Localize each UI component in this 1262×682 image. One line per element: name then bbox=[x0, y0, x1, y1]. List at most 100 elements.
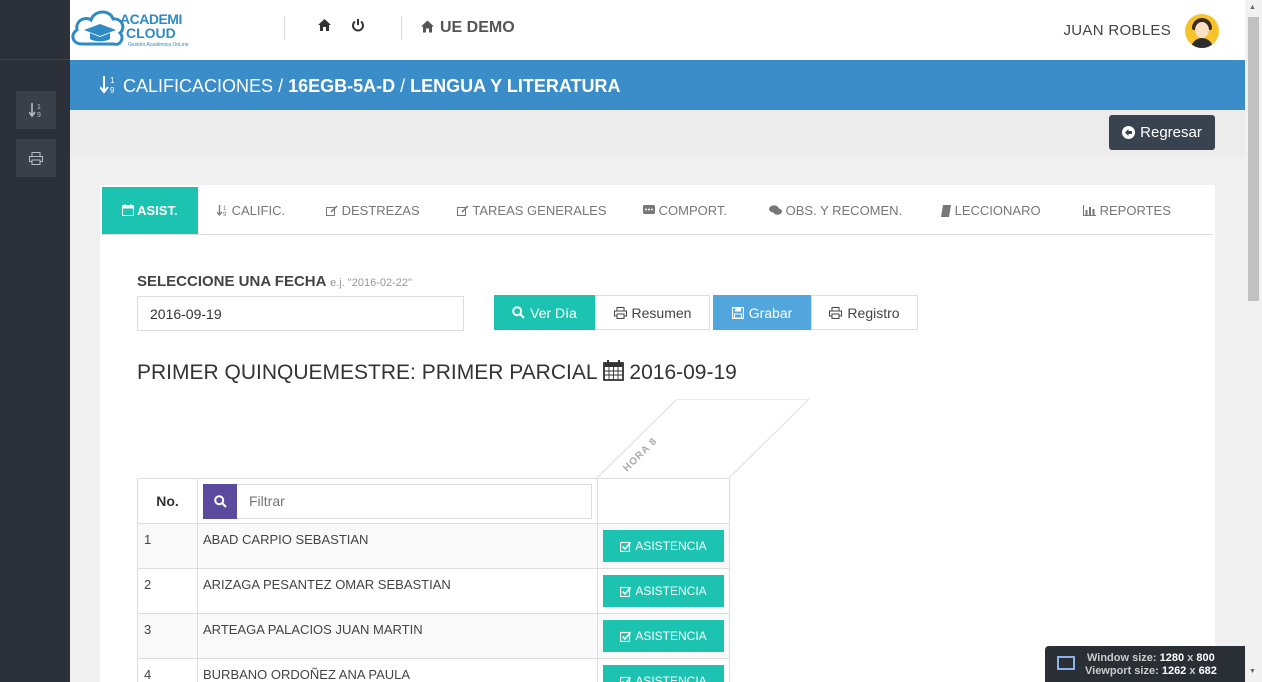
edit-icon bbox=[326, 205, 338, 216]
filter-search-button[interactable] bbox=[203, 483, 237, 519]
row-number: 1 bbox=[137, 523, 198, 569]
tab-comportamiento[interactable]: COMPORT. bbox=[643, 187, 727, 234]
floppy-save-icon bbox=[731, 306, 744, 319]
filter-group bbox=[203, 483, 592, 519]
attendance-status-label: ASISTENCIA bbox=[635, 629, 707, 643]
grabar-button[interactable]: Grabar bbox=[713, 295, 811, 330]
table-row: 1 ABAD CARPIO SEBASTIAN ASISTENCIA bbox=[137, 523, 730, 569]
svg-text:9: 9 bbox=[37, 112, 41, 118]
resumen-button[interactable]: Resumen bbox=[595, 295, 710, 330]
tab-label: OBS. Y RECOMEN. bbox=[785, 203, 903, 218]
attendance-status-button[interactable]: ASISTENCIA bbox=[603, 575, 724, 607]
status-cell: ASISTENCIA bbox=[597, 658, 730, 682]
filter-cell bbox=[197, 478, 598, 524]
student-name: BURBANO ORDOÑEZ ANA PAULA bbox=[197, 658, 598, 682]
registro-label: Registro bbox=[847, 304, 900, 321]
attendance-status-label: ASISTENCIA bbox=[635, 539, 707, 553]
tab-label: CALIFIC. bbox=[231, 203, 286, 218]
academicloud-logo[interactable]: ACADEMI CLOUD Gestión Académica OnLine bbox=[70, 6, 190, 52]
breadcrumb-subject: LENGUA Y LITERATURA bbox=[410, 76, 621, 96]
sidebar-grades-button[interactable]: 19 bbox=[16, 91, 56, 129]
page-scrollbar[interactable]: ▲ ▼ bbox=[1245, 0, 1262, 682]
left-sidebar: 19 bbox=[0, 0, 70, 682]
tab-observaciones[interactable]: OBS. Y RECOMEN. bbox=[769, 187, 902, 234]
period-title-text: PRIMER QUINQUEMESTRE: PRIMER PARCIAL bbox=[137, 361, 597, 384]
back-button-label: Regresar bbox=[1140, 124, 1202, 141]
home-icon[interactable] bbox=[317, 18, 332, 36]
row-number: 2 bbox=[137, 568, 198, 614]
check-square-icon bbox=[620, 586, 632, 597]
status-cell: ASISTENCIA bbox=[597, 613, 730, 659]
scroll-up-arrow-icon[interactable]: ▲ bbox=[1249, 4, 1256, 11]
viewport-size-separator: x bbox=[1189, 665, 1196, 677]
viewport-size-line: Viewport size: 1262 x 682 bbox=[1085, 665, 1217, 677]
ver-dia-button[interactable]: Ver Día bbox=[494, 295, 595, 330]
breadcrumb-separator: / bbox=[400, 76, 406, 96]
organization-name[interactable]: UE DEMO bbox=[440, 19, 515, 37]
tab-label: ASIST. bbox=[137, 203, 178, 218]
avatar[interactable] bbox=[1185, 14, 1219, 48]
student-name: ARIZAGA PESANTEZ OMAR SEBASTIAN bbox=[197, 568, 598, 614]
window-size-overlay: Window size: 1280 x 800 Viewport size: 1… bbox=[1045, 646, 1245, 682]
tab-destrezas[interactable]: DESTREZAS bbox=[326, 187, 420, 234]
window-size-separator: x bbox=[1187, 652, 1194, 664]
user-name[interactable]: JUAN ROBLES bbox=[1064, 22, 1172, 39]
power-icon[interactable] bbox=[351, 18, 365, 36]
check-square-icon bbox=[620, 676, 632, 682]
hour-column-header: HORA 8 bbox=[597, 399, 810, 479]
window-size-line: Window size: 1280 x 800 bbox=[1087, 652, 1215, 664]
sidebar-print-button[interactable] bbox=[16, 139, 56, 177]
sort-numeric-icon: 19 bbox=[216, 205, 227, 218]
tab-asistencia[interactable]: ASIST. bbox=[102, 187, 198, 234]
logo-text-cloud: CLOUD bbox=[126, 25, 176, 41]
top-navbar: ACADEMI CLOUD Gestión Académica OnLine U… bbox=[70, 0, 1245, 60]
date-input[interactable] bbox=[137, 296, 464, 331]
viewport-size-label: Viewport size: bbox=[1085, 665, 1159, 677]
tab-leccionario[interactable]: LECCIONARO bbox=[941, 187, 1041, 234]
window-height: 800 bbox=[1196, 652, 1215, 664]
date-hint: e.j. "2016-02-22" bbox=[330, 277, 412, 289]
status-cell: ASISTENCIA bbox=[597, 568, 730, 614]
back-button[interactable]: Regresar bbox=[1109, 115, 1215, 150]
attendance-status-label: ASISTENCIA bbox=[635, 674, 707, 682]
circle-arrow-left-icon bbox=[1122, 126, 1136, 139]
page-header: 19 CALIFICACIONES / 16EGB-5A-D / LENGUA … bbox=[70, 60, 1245, 110]
attendance-status-button[interactable]: ASISTENCIA bbox=[603, 530, 724, 562]
column-header-no: No. bbox=[137, 478, 198, 524]
tab-calificaciones[interactable]: 19 CALIFIC. bbox=[216, 187, 286, 234]
tab-tareas-generales[interactable]: TAREAS GENERALES bbox=[457, 187, 607, 234]
print-icon bbox=[29, 151, 43, 165]
tab-label: LECCIONARO bbox=[954, 203, 1041, 218]
grabar-label: Grabar bbox=[748, 304, 793, 321]
sort-numeric-icon: 19 bbox=[29, 103, 41, 118]
viewport-width: 1262 bbox=[1161, 665, 1187, 677]
filter-input[interactable] bbox=[237, 483, 592, 519]
viewport-height: 682 bbox=[1198, 665, 1217, 677]
student-name: ABAD CARPIO SEBASTIAN bbox=[197, 523, 598, 569]
breadcrumb: 19 CALIFICACIONES / 16EGB-5A-D / LENGUA … bbox=[99, 75, 621, 97]
search-icon bbox=[213, 494, 227, 508]
check-square-icon bbox=[620, 631, 632, 642]
scrollbar-thumb[interactable] bbox=[1248, 17, 1259, 301]
window-width: 1280 bbox=[1159, 652, 1185, 664]
scroll-down-arrow-icon[interactable]: ▼ bbox=[1249, 668, 1256, 675]
print-icon bbox=[829, 306, 843, 319]
attendance-status-button[interactable]: ASISTENCIA bbox=[603, 665, 724, 682]
attendance-status-button[interactable]: ASISTENCIA bbox=[603, 620, 724, 652]
date-label: SELECCIONE UNA FECHA e.j. "2016-02-22" bbox=[137, 273, 412, 290]
nav-divider bbox=[284, 16, 285, 40]
comments-icon bbox=[769, 205, 782, 215]
sort-numeric-icon: 19 bbox=[99, 76, 115, 95]
registro-button[interactable]: Registro bbox=[811, 295, 918, 330]
check-square-icon bbox=[620, 541, 632, 552]
comment-square-icon bbox=[643, 205, 655, 214]
window-size-icon bbox=[1057, 656, 1075, 670]
hour-column-cell bbox=[597, 478, 730, 524]
period-title: PRIMER QUINQUEMESTRE: PRIMER PARCIAL 201… bbox=[137, 360, 737, 385]
book-icon bbox=[941, 205, 951, 217]
home-icon bbox=[420, 20, 435, 37]
row-number: 3 bbox=[137, 613, 198, 659]
tab-reportes[interactable]: REPORTES bbox=[1083, 187, 1171, 234]
svg-text:9: 9 bbox=[110, 86, 115, 95]
bar-chart-icon bbox=[1083, 205, 1096, 216]
